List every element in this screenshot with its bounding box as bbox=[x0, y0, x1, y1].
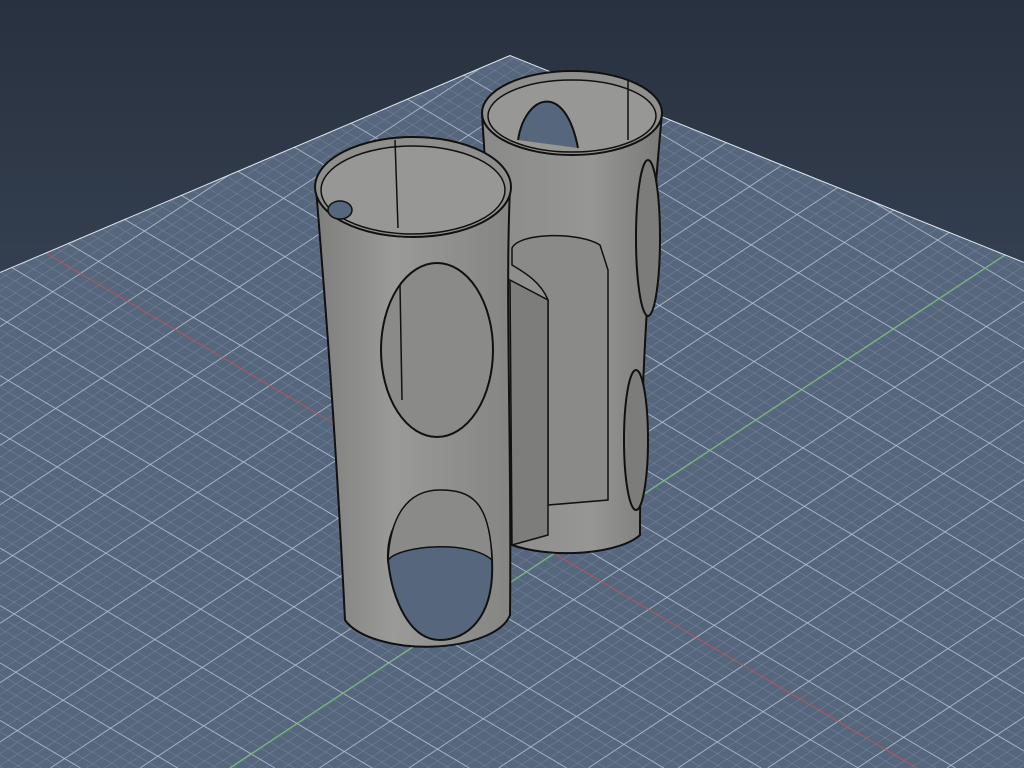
side-hole bbox=[623, 369, 649, 511]
3d-viewport[interactable] bbox=[0, 0, 1024, 768]
side-hole bbox=[635, 159, 661, 317]
side-hole bbox=[380, 262, 494, 438]
left-cylinder[interactable] bbox=[314, 136, 512, 648]
